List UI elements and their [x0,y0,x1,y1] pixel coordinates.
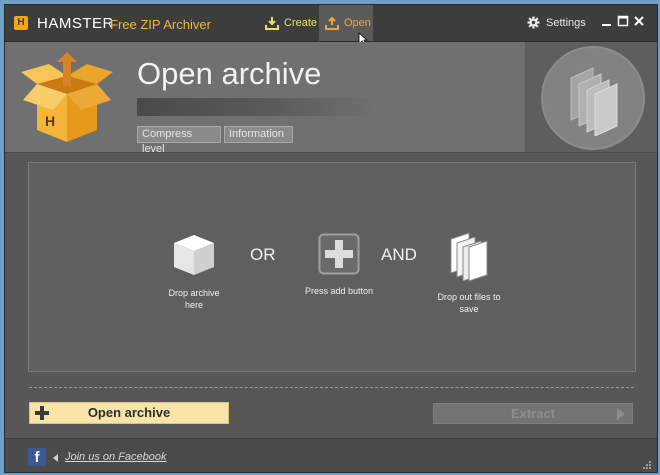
preview-circle [541,46,645,150]
open-archive-button[interactable]: Open archive [29,402,229,424]
caret-left-icon [53,454,58,462]
upload-tray-icon [325,16,339,30]
package-box-icon [174,235,214,275]
facebook-icon[interactable]: f [28,448,46,466]
close-icon[interactable] [633,15,645,27]
app-window: H HAMSTER Free ZIP Archiver Create Open [4,4,658,473]
tab-create-label: Create [284,17,318,29]
download-tray-icon [265,17,279,30]
tab-create[interactable]: Create [265,5,325,41]
gear-icon [527,16,540,29]
drop-out-files-label: Drop out files to save [437,292,501,314]
title-bar: H HAMSTER Free ZIP Archiver Create Open [5,5,657,47]
compress-level-button[interactable]: Compress level [137,126,221,155]
resize-grip-icon[interactable] [641,459,652,470]
add-button-label: Press add button [304,286,374,296]
progress-bar [137,98,377,116]
add-button-hint: Press add button [289,233,389,297]
facebook-link[interactable]: Join us on Facebook [65,451,167,463]
brand-subtitle: Free ZIP Archiver [110,17,211,32]
minimize-icon[interactable] [601,15,613,27]
drop-archive-hint: Drop archive here [159,231,229,311]
chevron-divider [511,42,525,152]
arrow-right-icon [617,408,625,420]
footer-bar: f Join us on Facebook [5,438,657,472]
maximize-icon[interactable] [617,15,629,27]
information-button[interactable]: Information [224,126,293,143]
drop-archive-label: Drop archive here [168,288,220,310]
page-title: Open archive [137,56,322,91]
open-box-icon: H [21,52,113,142]
plus-icon [35,406,49,420]
app-logo-icon: H [14,16,28,30]
header-panel: H Open archive Compress level Informatio… [5,42,657,155]
drop-out-files-hint: Drop out files to save [429,229,509,315]
tab-open-label: Open [344,17,371,29]
brand-name: HAMSTER [37,15,114,32]
or-label: OR [250,245,276,264]
settings-button[interactable]: Settings [527,16,586,29]
extract-label: Extract [510,406,556,421]
drop-zone[interactable]: Drop archive here OR Press add button AN… [28,162,636,372]
dashed-divider [29,387,634,388]
open-archive-label: Open archive [87,405,171,420]
settings-label: Settings [546,16,586,29]
files-stack-icon [570,67,618,136]
plus-square-icon[interactable] [318,233,360,275]
and-label: AND [381,245,417,264]
files-stack-icon [450,232,488,281]
svg-text:H: H [45,113,55,129]
extract-button[interactable]: Extract [433,403,633,424]
